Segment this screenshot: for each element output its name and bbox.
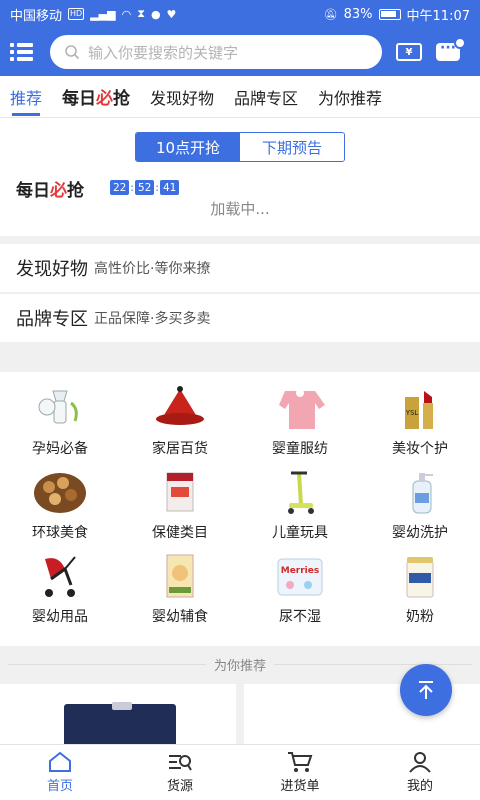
breast-pump-icon bbox=[30, 382, 90, 434]
category-item[interactable]: 家居百货 bbox=[120, 382, 240, 466]
nav-profile[interactable]: 我的 bbox=[360, 745, 480, 800]
product-image bbox=[64, 702, 176, 744]
tagine-pot-icon bbox=[150, 382, 210, 434]
category-item[interactable]: 保健类目 bbox=[120, 466, 240, 550]
nav-label: 进货单 bbox=[280, 779, 320, 794]
tab-daily-deal[interactable]: 每日必抢 bbox=[52, 76, 140, 118]
category-label: 孕妈必备 bbox=[32, 441, 88, 457]
nav-purchase-list[interactable]: 进货单 bbox=[240, 745, 360, 800]
lotion-bottle-icon bbox=[390, 466, 450, 518]
category-label: 尿不湿 bbox=[279, 609, 321, 625]
cereal-box-icon bbox=[150, 550, 210, 602]
home-icon bbox=[49, 751, 71, 772]
category-label: 婴幼辅食 bbox=[152, 609, 208, 625]
search-input[interactable]: 输入你要搜索的关键字 bbox=[50, 35, 382, 69]
discover-subtitle: 高性价比·等你来撩 bbox=[94, 261, 211, 277]
signal-icon: ▂▄▆ bbox=[90, 7, 116, 21]
category-label: 奶粉 bbox=[406, 609, 434, 625]
tab-brand-zone[interactable]: 品牌专区 bbox=[224, 76, 308, 118]
chat-bubble-icon: ● bbox=[150, 7, 161, 21]
brand-subtitle: 正品保障·多买多卖 bbox=[94, 311, 211, 327]
app-bar: 输入你要搜索的关键字 ¥ bbox=[0, 28, 480, 76]
tab-discover[interactable]: 发现好物 bbox=[140, 76, 224, 118]
heart-icon: ♥ bbox=[166, 7, 177, 21]
category-item[interactable]: 婴童服纺 bbox=[240, 382, 360, 466]
flash-next-button[interactable]: 下期预告 bbox=[240, 133, 344, 161]
category-item[interactable]: 儿童玩具 bbox=[240, 466, 360, 550]
timer-hours: 22 bbox=[110, 180, 130, 195]
coupon-icon[interactable]: ¥ bbox=[396, 43, 422, 61]
category-item[interactable]: YSL 美妆个护 bbox=[360, 382, 480, 466]
formula-can-icon bbox=[390, 550, 450, 602]
category-grid: 孕妈必备 家居百货 婴童服纺 YSL 美妆个护 环球美食 保健类目 儿童玩具 婴… bbox=[0, 372, 480, 646]
tab-recommend[interactable]: 推荐 bbox=[0, 76, 52, 118]
search-icon bbox=[65, 45, 80, 60]
category-item[interactable]: 环球美食 bbox=[0, 466, 120, 550]
battery-icon bbox=[378, 8, 401, 20]
category-item[interactable]: 婴幼辅食 bbox=[120, 550, 240, 634]
nav-source[interactable]: 货源 bbox=[120, 745, 240, 800]
source-search-icon bbox=[169, 755, 192, 771]
discover-title: 发现好物 bbox=[16, 259, 88, 280]
hourglass-icon: ⧗ bbox=[137, 7, 145, 20]
nav-label: 首页 bbox=[46, 779, 73, 794]
flash-now-button[interactable]: 10点开抢 bbox=[136, 133, 240, 161]
status-bar: 中国移动 HD ▂▄▆ ◠ ⧗ ● ♥ 🔕︎ 83% 中午11:07 bbox=[0, 0, 480, 28]
nav-label: 货源 bbox=[166, 779, 193, 794]
mute-bell-icon: 🔕︎ bbox=[323, 7, 338, 21]
brand-title: 品牌专区 bbox=[16, 309, 88, 330]
nuts-bowl-icon bbox=[30, 466, 90, 518]
bottom-nav: 首页 货源 进货单 我的 bbox=[0, 744, 480, 800]
carrier-label: 中国移动 bbox=[10, 8, 63, 24]
category-label: 儿童玩具 bbox=[272, 525, 328, 541]
loading-text: 加载中... bbox=[210, 200, 270, 218]
battery-percent: 83% bbox=[343, 6, 373, 22]
clock: 中午11:07 bbox=[406, 8, 470, 24]
category-item[interactable]: Merries 尿不湿 bbox=[240, 550, 360, 634]
category-label: 婴幼洗护 bbox=[392, 525, 448, 541]
flash-sale-toggle: 10点开抢 下期预告 bbox=[135, 132, 345, 162]
notification-badge bbox=[454, 37, 466, 49]
hd-icon: HD bbox=[68, 8, 85, 20]
profile-icon bbox=[409, 752, 431, 773]
category-item[interactable]: 奶粉 bbox=[360, 550, 480, 634]
flash-sale-panel: 10点开抢 下期预告 每日必抢 22:52:41 加载中... bbox=[0, 118, 480, 236]
nav-home[interactable]: 首页 bbox=[0, 745, 120, 800]
baby-bib-icon bbox=[270, 382, 330, 434]
back-to-top-button[interactable] bbox=[400, 664, 452, 716]
product-card[interactable] bbox=[0, 684, 236, 744]
brand-section[interactable]: 品牌专区 正品保障·多买多卖 bbox=[0, 294, 480, 342]
scooter-icon bbox=[270, 466, 330, 518]
category-label: 保健类目 bbox=[152, 525, 208, 541]
lipstick-icon: YSL bbox=[390, 382, 450, 434]
tab-for-you[interactable]: 为你推荐 bbox=[308, 76, 392, 118]
category-item[interactable]: 孕妈必备 bbox=[0, 382, 120, 466]
category-label: 环球美食 bbox=[32, 525, 88, 541]
supplement-box-icon bbox=[150, 466, 210, 518]
category-item[interactable]: 婴幼洗护 bbox=[360, 466, 480, 550]
category-item[interactable]: 婴幼用品 bbox=[0, 550, 120, 634]
timer-minutes: 52 bbox=[134, 180, 155, 195]
timer-seconds: 41 bbox=[159, 180, 180, 195]
category-label: 家居百货 bbox=[152, 441, 208, 457]
nav-label: 我的 bbox=[406, 779, 433, 794]
svg-text:YSL: YSL bbox=[405, 409, 419, 417]
discover-section[interactable]: 发现好物 高性价比·等你来撩 bbox=[0, 244, 480, 292]
countdown-timer: 22:52:41 bbox=[110, 180, 180, 195]
category-label: 美妆个护 bbox=[392, 441, 448, 457]
arrow-up-icon bbox=[419, 681, 433, 699]
category-tabs: 推荐 每日必抢 发现好物 品牌专区 为你推荐 bbox=[0, 76, 480, 118]
wifi-icon: ◠ bbox=[121, 7, 132, 21]
search-placeholder: 输入你要搜索的关键字 bbox=[88, 43, 239, 62]
category-label: 婴幼用品 bbox=[32, 609, 88, 625]
category-label: 婴童服纺 bbox=[272, 441, 328, 457]
cart-icon bbox=[288, 752, 313, 772]
diaper-pack-icon: Merries bbox=[270, 550, 330, 602]
stroller-icon bbox=[30, 550, 90, 602]
messages-icon[interactable] bbox=[436, 37, 466, 65]
menu-icon[interactable] bbox=[10, 41, 38, 63]
svg-text:Merries: Merries bbox=[281, 566, 319, 576]
